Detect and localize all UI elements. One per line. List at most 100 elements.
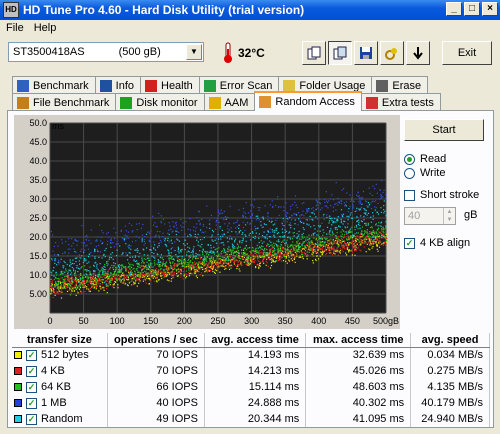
data-point xyxy=(347,219,349,221)
copy-info-button[interactable] xyxy=(302,41,326,65)
tab-extra-tests[interactable]: Extra tests xyxy=(360,93,441,111)
data-point xyxy=(220,235,222,238)
short-stroke-checkbox[interactable]: Short stroke xyxy=(404,189,479,201)
data-point xyxy=(194,230,197,232)
series-checkbox[interactable]: ✓ xyxy=(26,398,37,409)
data-point xyxy=(183,226,185,228)
data-point xyxy=(270,244,272,246)
data-point xyxy=(367,202,369,204)
series-checkbox[interactable]: ✓ xyxy=(26,366,37,377)
data-point xyxy=(212,240,214,242)
tab-disk-monitor[interactable]: Disk monitor xyxy=(115,93,205,111)
data-point xyxy=(275,257,277,259)
row-name: Random xyxy=(41,413,83,425)
data-point xyxy=(266,258,268,260)
align-checkbox[interactable]: ✓ 4 KB align xyxy=(404,237,470,249)
series-checkbox[interactable]: ✓ xyxy=(26,350,37,362)
data-point xyxy=(273,253,276,255)
data-point xyxy=(251,254,253,256)
data-point xyxy=(188,269,190,271)
data-point xyxy=(76,244,78,246)
data-point xyxy=(80,257,82,259)
data-point xyxy=(339,226,341,228)
stroke-size-spinner[interactable]: 40 ▲ ▼ xyxy=(404,207,456,225)
data-point xyxy=(203,255,205,257)
data-point xyxy=(116,276,118,278)
data-point xyxy=(356,232,358,234)
data-point xyxy=(340,220,342,222)
data-point xyxy=(289,249,291,251)
menu-file[interactable]: File xyxy=(6,22,24,34)
minimize-button[interactable]: _ xyxy=(446,2,462,16)
data-point xyxy=(312,248,314,251)
data-point xyxy=(170,254,172,257)
download-button[interactable] xyxy=(406,41,430,65)
tab-health[interactable]: Health xyxy=(140,76,200,94)
data-point xyxy=(149,263,151,265)
data-point xyxy=(316,230,319,232)
data-point xyxy=(162,261,164,263)
data-point xyxy=(115,274,117,276)
color-swatch xyxy=(14,415,22,423)
data-point xyxy=(234,251,237,253)
data-point xyxy=(109,279,111,281)
write-radio[interactable]: Write xyxy=(404,167,445,179)
data-point xyxy=(361,239,363,242)
data-point xyxy=(108,258,110,260)
data-point xyxy=(218,247,220,249)
data-point xyxy=(198,220,200,222)
data-point xyxy=(158,260,160,262)
tab-random-access[interactable]: Random Access xyxy=(254,91,362,111)
series-checkbox[interactable]: ✓ xyxy=(26,414,37,425)
tab-row-top: Benchmark Info Health Error Scan Folder Usag… xyxy=(12,76,429,94)
data-point xyxy=(223,210,225,213)
tab-file-benchmark[interactable]: File Benchmark xyxy=(12,93,117,111)
data-point xyxy=(351,197,353,199)
data-point xyxy=(230,267,232,269)
data-point xyxy=(169,261,171,263)
chevron-down-icon[interactable]: ▼ xyxy=(186,44,202,60)
data-point xyxy=(240,261,242,263)
tab-benchmark[interactable]: Benchmark xyxy=(12,76,96,94)
data-point xyxy=(374,238,376,240)
data-point xyxy=(335,221,337,223)
data-point xyxy=(124,234,126,236)
start-button[interactable]: Start xyxy=(404,119,484,141)
data-point xyxy=(177,263,179,265)
read-radio[interactable]: Read xyxy=(404,153,446,165)
data-point xyxy=(74,271,76,274)
data-point xyxy=(184,244,186,246)
data-point xyxy=(84,284,86,286)
data-point xyxy=(154,222,156,224)
data-point xyxy=(278,241,280,243)
close-button[interactable]: × xyxy=(482,2,498,16)
data-point xyxy=(58,288,60,290)
data-point xyxy=(139,273,141,275)
tab-aam[interactable]: AAM xyxy=(203,93,256,111)
data-point xyxy=(51,280,54,282)
data-point xyxy=(308,234,310,236)
spinner-arrows-icon[interactable]: ▲ ▼ xyxy=(443,208,455,224)
tab-info[interactable]: Info xyxy=(94,76,141,94)
data-point xyxy=(72,268,75,270)
data-point xyxy=(299,251,301,253)
data-point xyxy=(277,217,279,219)
series-checkbox[interactable]: ✓ xyxy=(26,382,37,393)
data-point xyxy=(319,230,321,232)
data-point xyxy=(53,267,55,269)
data-point xyxy=(101,229,103,232)
data-point xyxy=(277,250,279,253)
copy-screenshot-button[interactable] xyxy=(328,41,352,65)
data-point xyxy=(204,271,206,273)
data-point xyxy=(199,222,201,225)
maximize-button[interactable]: □ xyxy=(464,2,480,16)
stroke-value: 40 xyxy=(408,210,421,222)
drive-select[interactable]: ST3500418AS (500 gB) ▼ xyxy=(8,42,204,62)
data-point xyxy=(270,218,272,220)
exit-button[interactable]: Exit xyxy=(442,41,492,65)
menu-help[interactable]: Help xyxy=(34,22,57,34)
options-button[interactable] xyxy=(380,41,404,65)
save-button[interactable] xyxy=(354,41,378,65)
data-point xyxy=(203,264,205,266)
tab-erase[interactable]: Erase xyxy=(371,76,429,94)
